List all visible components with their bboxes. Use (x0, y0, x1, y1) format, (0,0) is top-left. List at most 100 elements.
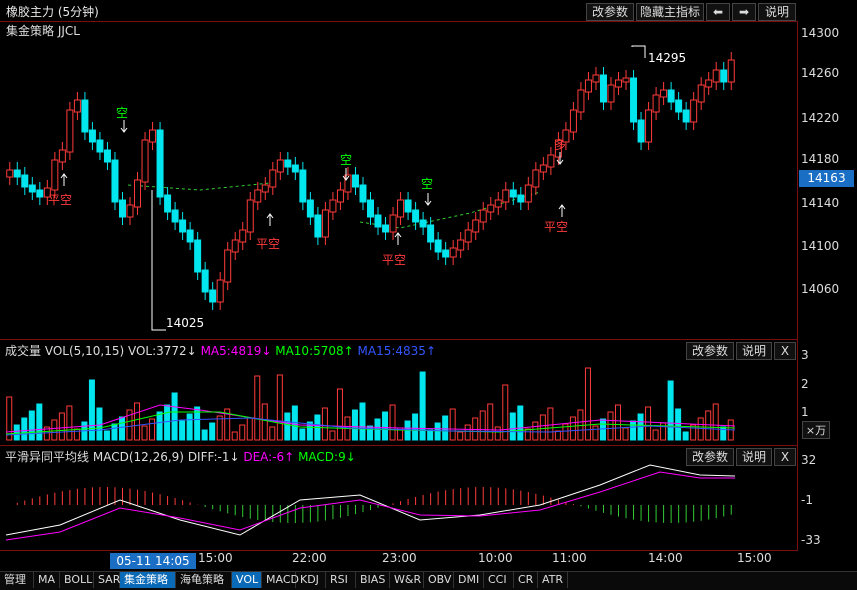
candle-body (216, 279, 224, 303)
high-price-label: 14295 (648, 51, 687, 65)
tab-bias[interactable]: BIAS (356, 572, 390, 588)
candle-body (389, 214, 397, 233)
tab-boll[interactable]: BOLL (60, 572, 94, 588)
volume-bar (479, 410, 486, 441)
candle-body (224, 249, 232, 283)
volume-bar (547, 407, 554, 441)
candle-body (314, 214, 322, 238)
candle-body (21, 174, 29, 188)
candle-body (276, 159, 284, 173)
candle-body (171, 209, 179, 223)
candle-body (652, 94, 660, 113)
chart-canvas[interactable] (0, 0, 857, 589)
volume-bar (149, 418, 156, 441)
candle-body (382, 224, 390, 233)
candle-body (179, 219, 187, 233)
candle-body (351, 174, 359, 188)
tab-集金策略[interactable]: 集金策略 (120, 572, 176, 588)
tab-atr[interactable]: ATR (538, 572, 568, 588)
candle-body (449, 247, 457, 258)
candle-body (524, 184, 532, 203)
tab-w&r[interactable]: W&R (390, 572, 424, 588)
tab-vol[interactable]: VOL (232, 572, 262, 588)
tab-cr[interactable]: CR (514, 572, 538, 588)
volume-bar (321, 407, 328, 441)
volume-bar (118, 416, 125, 441)
volume-bar (652, 429, 659, 441)
volume-bar (712, 403, 719, 441)
candle-body (194, 239, 202, 273)
volume-bar (111, 423, 118, 441)
volume-bar (276, 374, 283, 441)
candle-body (532, 169, 540, 188)
volume-bar (682, 431, 689, 441)
candle-body (201, 269, 209, 293)
candle-body (321, 209, 329, 238)
volume-bar (615, 404, 622, 441)
tab-管理[interactable]: 管理 (0, 572, 34, 588)
volume-bar (630, 420, 637, 441)
candle-body (374, 214, 382, 228)
volume-bar (675, 408, 682, 441)
tab-rsi[interactable]: RSI (326, 572, 356, 588)
candle-body (720, 69, 728, 83)
candle-body (164, 194, 172, 213)
signal-ping-kong: 平空 (382, 253, 407, 267)
tab-dmi[interactable]: DMI (454, 572, 484, 588)
tab-海龟策略[interactable]: 海龟策略 (176, 572, 232, 588)
tab-macd[interactable]: MACD (262, 572, 299, 588)
tab-kdj[interactable]: KDJ (296, 572, 326, 588)
candle-body (96, 139, 104, 153)
volume-bar (351, 409, 358, 441)
volume-bar (231, 431, 238, 441)
volume-bar (134, 402, 141, 441)
candle-body (149, 129, 157, 143)
candle-body (645, 109, 653, 143)
volume-bar (427, 429, 434, 441)
tab-sar[interactable]: SAR (94, 572, 120, 588)
candle-body (103, 149, 111, 163)
tab-cci[interactable]: CCI (484, 572, 514, 588)
tab-ma[interactable]: MA (34, 572, 60, 588)
volume-bar (554, 430, 561, 441)
candle-body (329, 199, 337, 213)
candle-body (630, 77, 638, 123)
candle-body (186, 229, 194, 243)
tab-obv[interactable]: OBV (424, 572, 454, 588)
volume-bar (449, 408, 456, 441)
candle-body (231, 239, 239, 253)
signal-ping-kong: 平空 (544, 220, 569, 234)
candle-body (727, 59, 735, 83)
low-marker (151, 190, 166, 331)
volume-bar (13, 424, 20, 441)
volume-bar (412, 413, 419, 441)
candle-body (359, 184, 367, 203)
candle-body (697, 84, 705, 103)
candle-body (134, 179, 142, 208)
volume-bar (599, 418, 606, 441)
candle-body (239, 229, 247, 243)
low-price-label: 14025 (166, 316, 205, 330)
candle-body (509, 189, 517, 198)
candle-body (622, 77, 630, 83)
candle-body (675, 99, 683, 113)
candle-body (607, 84, 615, 103)
volume-bar (96, 407, 103, 441)
volume-bar (517, 405, 524, 441)
volume-bar (592, 425, 599, 441)
volume-bar (36, 403, 43, 441)
candle-body (209, 289, 217, 303)
candle-body (584, 79, 592, 93)
volume-bar (494, 426, 501, 441)
volume-bar (524, 428, 531, 441)
candle-body (73, 99, 81, 113)
volume-bar (201, 429, 208, 441)
volume-bar (66, 405, 73, 441)
candle-body (690, 99, 698, 123)
candle-body (667, 89, 675, 103)
candle-body (111, 159, 119, 203)
volume-bar (186, 413, 193, 441)
candle-body (442, 249, 450, 258)
candle-body (156, 129, 164, 198)
candle-body (517, 194, 525, 203)
